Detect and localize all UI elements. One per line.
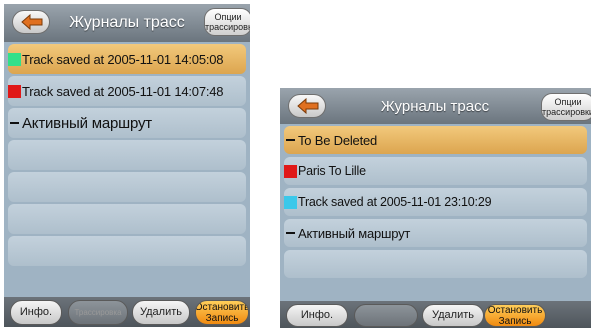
track-list-item[interactable] bbox=[8, 172, 246, 202]
stop-recording-button[interactable]: Остановить Запись bbox=[484, 304, 546, 327]
dash-marker-icon bbox=[10, 122, 19, 124]
track-options-label-line1: Опции bbox=[554, 97, 582, 107]
track-logs-screen-left: Журналы трасс Опции трассировки Track sa… bbox=[4, 4, 250, 327]
track-color-swatch bbox=[8, 84, 21, 98]
delete-button[interactable]: Удалить bbox=[422, 304, 484, 327]
stop-recording-label-line2: Запись bbox=[498, 315, 532, 327]
back-button[interactable] bbox=[288, 94, 326, 118]
track-list-item[interactable]: Track saved at 2005-11-01 14:05:08 bbox=[8, 44, 246, 74]
track-logs-screen-right: Журналы трасс Опции трассировки To Be De… bbox=[280, 88, 591, 328]
track-list-item[interactable]: Активный маршрут bbox=[8, 108, 246, 138]
info-button[interactable]: Инфо. bbox=[10, 300, 62, 325]
stop-recording-label-line1: Остановить bbox=[195, 301, 249, 313]
track-list-item-label: Track saved at 2005-11-01 14:07:48 bbox=[22, 83, 224, 99]
track-options-label-line2: трассировки bbox=[205, 22, 250, 32]
tracking-button[interactable]: Трассировка bbox=[68, 300, 128, 325]
track-list-item-label: Track saved at 2005-11-01 14:05:08 bbox=[22, 51, 224, 67]
track-list-item-label: Track saved at 2005-11-01 23:10:29 bbox=[298, 195, 492, 209]
back-arrow-icon bbox=[21, 14, 43, 30]
track-list-item[interactable] bbox=[8, 204, 246, 234]
track-color-swatch bbox=[8, 52, 21, 66]
track-color-swatch bbox=[284, 164, 297, 178]
track-list: To Be Deleted Paris To Lille Track saved a… bbox=[280, 126, 591, 281]
track-options-button[interactable]: Опции трассировки bbox=[541, 93, 591, 121]
track-options-label-line1: Опции bbox=[214, 12, 242, 22]
back-arrow-icon bbox=[297, 98, 319, 114]
dash-marker-icon bbox=[286, 232, 295, 234]
track-options-label-line2: трассировки bbox=[542, 107, 591, 117]
delete-button[interactable]: Удалить bbox=[132, 300, 190, 325]
tracking-button[interactable] bbox=[354, 304, 418, 327]
track-list-item[interactable] bbox=[8, 140, 246, 170]
back-button[interactable] bbox=[12, 10, 50, 34]
dash-marker-icon bbox=[286, 139, 295, 141]
track-list-item-label: Активный маршрут bbox=[22, 114, 152, 132]
title-bar: Журналы трасс Опции трассировки bbox=[4, 4, 250, 42]
track-list-item[interactable]: Track saved at 2005-11-01 23:10:29 bbox=[284, 188, 587, 216]
title-bar: Журналы трасс Опции трассировки bbox=[280, 88, 591, 124]
track-list-item[interactable] bbox=[8, 236, 246, 266]
stop-recording-label-line2: Запись bbox=[205, 312, 239, 324]
track-list-item[interactable]: Track saved at 2005-11-01 14:07:48 bbox=[8, 76, 246, 106]
track-options-button[interactable]: Опции трассировки bbox=[204, 8, 250, 36]
track-color-swatch bbox=[284, 195, 297, 209]
track-list-item[interactable]: To Be Deleted bbox=[284, 126, 587, 154]
track-list-item-label: Активный маршрут bbox=[298, 225, 411, 241]
bottom-toolbar: Инфо. Удалить Остановить Запись bbox=[280, 301, 591, 328]
track-list-item-label: Paris To Lille bbox=[298, 164, 366, 178]
bottom-toolbar: Инфо. Трассировка Удалить Остановить Зап… bbox=[4, 297, 250, 327]
page-title: Журналы трасс bbox=[380, 97, 490, 115]
stop-recording-button[interactable]: Остановить Запись bbox=[195, 300, 249, 325]
track-list-item[interactable]: Paris To Lille bbox=[284, 157, 587, 185]
stop-recording-label-line1: Остановить bbox=[487, 304, 543, 316]
track-list: Track saved at 2005-11-01 14:05:08 Track … bbox=[4, 44, 250, 268]
info-button[interactable]: Инфо. bbox=[286, 304, 348, 327]
page-title: Журналы трасс bbox=[69, 14, 185, 31]
track-list-item[interactable] bbox=[284, 250, 587, 278]
track-list-item[interactable]: Активный маршрут bbox=[284, 219, 587, 247]
track-list-item-label: To Be Deleted bbox=[298, 132, 378, 148]
